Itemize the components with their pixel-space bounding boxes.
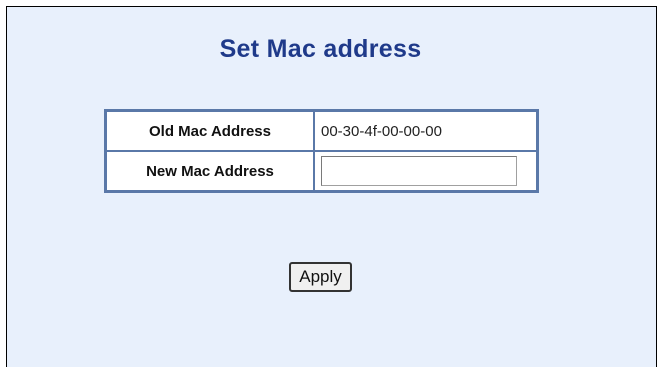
content-frame: Set Mac address Old Mac Address 00-30-4f… xyxy=(6,6,657,367)
table-row-old-mac: Old Mac Address 00-30-4f-00-00-00 xyxy=(106,111,537,151)
page-title: Set Mac address xyxy=(219,35,422,63)
mac-address-table: Old Mac Address 00-30-4f-00-00-00 New Ma… xyxy=(104,109,539,193)
new-mac-input[interactable] xyxy=(321,156,517,186)
table-row-new-mac: New Mac Address xyxy=(106,151,537,191)
apply-button[interactable]: Apply xyxy=(289,262,352,292)
old-mac-label: Old Mac Address xyxy=(106,111,314,151)
old-mac-value: 00-30-4f-00-00-00 xyxy=(314,111,537,151)
new-mac-cell xyxy=(314,151,537,191)
apply-container: Apply xyxy=(7,262,634,292)
new-mac-label: New Mac Address xyxy=(106,151,314,191)
